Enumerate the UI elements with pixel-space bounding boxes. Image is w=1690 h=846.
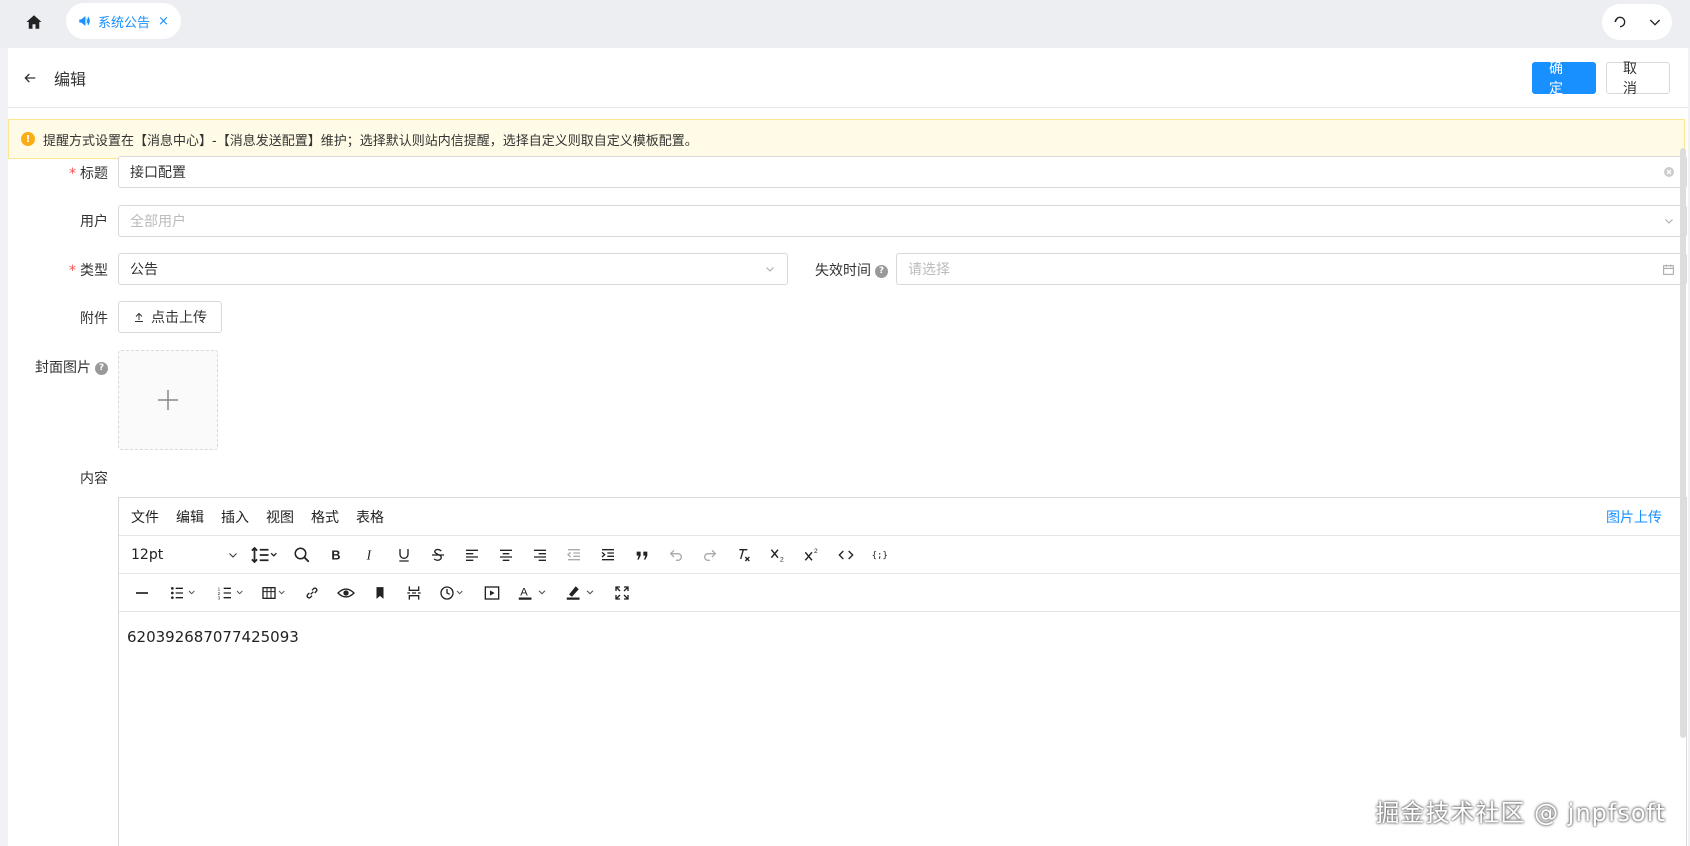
indent-icon[interactable] [591,540,625,570]
help-icon[interactable]: ? [95,361,108,375]
superscript-icon[interactable]: 2 [795,540,829,570]
upload-icon [135,312,143,322]
image-upload-link[interactable]: 图片上传 [1606,507,1662,527]
home-icon [26,15,42,29]
chevron-down-icon [1663,215,1675,227]
svg-text:I: I [366,547,372,562]
clear-format-icon[interactable] [727,540,761,570]
svg-text:2: 2 [780,556,784,562]
scrollbar[interactable] [1680,148,1686,738]
calendar-icon [1662,263,1675,276]
bullet-list-icon[interactable] [159,578,207,608]
align-right-icon[interactable] [523,540,557,570]
redo-icon[interactable] [693,540,727,570]
home-button[interactable] [18,6,50,38]
highlight-color-icon[interactable] [557,578,605,608]
confirm-button[interactable]: 确 定 [1532,61,1596,97]
chevron-down-icon[interactable] [1647,14,1663,30]
strikethrough-icon[interactable] [421,540,455,570]
code-block-icon[interactable]: {;} [863,540,897,570]
underline-icon[interactable] [387,540,421,570]
font-size-select[interactable]: 12pt [125,540,245,570]
table-icon[interactable] [255,578,295,608]
svg-text:{;}: {;} [872,551,888,561]
svg-text:B: B [331,548,340,562]
tab-bar: 系统公告 × [0,0,1690,48]
cover-upload[interactable] [118,350,218,450]
bookmark-icon[interactable] [363,578,397,608]
editor-menubar: 文件 编辑 插入 视图 格式 表格 图片上传 [119,498,1686,536]
outdent-icon[interactable] [557,540,591,570]
content-label: 内容 [80,471,108,487]
alert-text: 提醒方式设置在【消息中心】-【消息发送配置】维护；选择默认则站内信提醒，选择自定… [43,133,698,149]
align-left-icon[interactable] [455,540,489,570]
editor-toolbar-2: 123 A [119,574,1686,612]
type-label: * 类型 [69,263,108,279]
title-input[interactable]: 接口配置 [118,156,1687,188]
svg-text:A: A [520,586,528,598]
clear-icon[interactable] [1663,166,1675,178]
plus-icon [158,390,178,410]
type-select[interactable]: 公告 [118,253,788,285]
svg-text:2: 2 [814,548,818,555]
menu-table[interactable]: 表格 [356,507,384,527]
line-height-icon[interactable] [245,540,285,570]
user-select[interactable]: 全部用户 [118,205,1687,237]
menu-view[interactable]: 视图 [266,507,294,527]
expire-label: 失效时间? [808,260,888,280]
watermark-text: 掘金技术社区 @ jnpfsoft [1375,799,1666,827]
link-icon[interactable] [295,578,329,608]
tab-label: 系统公告 [98,15,151,31]
text-color-icon[interactable]: A [509,578,557,608]
datetime-icon[interactable] [431,578,475,608]
media-icon[interactable] [475,578,509,608]
subscript-icon[interactable]: 2 [761,540,795,570]
page-break-icon[interactable] [397,578,431,608]
tab-system-notice[interactable]: 系统公告 × [66,3,181,39]
warning-icon: ! [21,132,35,146]
expire-date-picker[interactable]: 请选择 [896,253,1687,285]
edit-card: 编辑 确 定 取 消 ! 提醒方式设置在【消息中心】-【消息发送配置】维护；选择… [8,48,1688,846]
menu-format[interactable]: 格式 [311,507,339,527]
cancel-button[interactable]: 取 消 [1606,61,1670,97]
italic-icon[interactable]: I [353,540,387,570]
attachment-label: 附件 [80,311,108,327]
title-label: * 标题 [69,166,108,182]
user-label: 用户 [80,214,108,230]
code-icon[interactable] [829,540,863,570]
back-arrow-icon[interactable] [20,68,40,88]
search-icon[interactable] [285,540,319,570]
tab-tools [1602,4,1672,40]
svg-text:3: 3 [218,595,221,600]
horizontal-rule-icon[interactable] [125,578,159,608]
numbered-list-icon[interactable]: 123 [207,578,255,608]
help-icon[interactable]: ? [875,264,888,278]
fullscreen-icon[interactable] [605,578,639,608]
page-header: 编辑 确 定 取 消 [8,48,1688,108]
menu-file[interactable]: 文件 [131,507,159,527]
align-center-icon[interactable] [489,540,523,570]
undo-icon[interactable] [659,540,693,570]
preview-icon[interactable] [329,578,363,608]
menu-edit[interactable]: 编辑 [176,507,204,527]
editor-content[interactable]: 620392687077425093 [119,612,1686,662]
editor-toolbar-1: 12pt B I 2 2 {;} [119,536,1686,574]
notice-alert: ! 提醒方式设置在【消息中心】-【消息发送配置】维护；选择默认则站内信提醒，选择… [8,119,1685,159]
upload-button[interactable]: 点击上传 [118,301,222,333]
menu-insert[interactable]: 插入 [221,507,249,527]
refresh-icon[interactable] [1612,14,1628,30]
bold-icon[interactable]: B [319,540,353,570]
megaphone-icon [79,15,90,27]
blockquote-icon[interactable] [625,540,659,570]
tab-close-icon[interactable]: × [158,14,169,29]
cover-label: 封面图片? [28,357,108,377]
chevron-down-icon [764,263,776,275]
page-title: 编辑 [54,69,87,89]
